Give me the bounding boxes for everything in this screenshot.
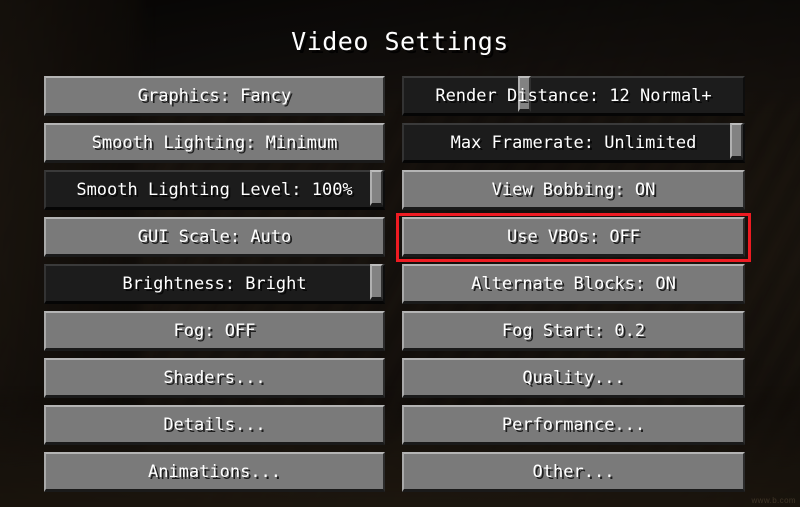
button-use-vbos[interactable]: Use VBOs: OFF — [402, 217, 745, 257]
option-label-shaders: Shaders... — [163, 367, 266, 388]
option-cell-use-vbos: Use VBOs: OFF — [402, 217, 745, 257]
option-cell-graphics: Graphics: Fancy — [44, 76, 385, 116]
option-label-smooth-lighting-level: Smooth Lighting Level: 100% — [76, 179, 353, 200]
button-graphics[interactable]: Graphics: Fancy — [44, 76, 385, 116]
button-other[interactable]: Other... — [402, 452, 745, 492]
option-cell-max-framerate: Max Framerate: Unlimited — [402, 123, 745, 163]
option-cell-details: Details... — [44, 405, 385, 445]
option-cell-shaders: Shaders... — [44, 358, 385, 398]
button-performance[interactable]: Performance... — [402, 405, 745, 445]
option-label-alternate-blocks: Alternate Blocks: ON — [471, 273, 676, 294]
option-cell-brightness: Brightness: Bright — [44, 264, 385, 304]
option-label-animations: Animations... — [147, 461, 282, 482]
button-quality[interactable]: Quality... — [402, 358, 745, 398]
option-label-render-distance: Render Distance: 12 Normal+ — [435, 85, 712, 106]
option-label-graphics: Graphics: Fancy — [137, 85, 292, 106]
option-cell-fog-start: Fog Start: 0.2 — [402, 311, 745, 351]
option-cell-alternate-blocks: Alternate Blocks: ON — [402, 264, 745, 304]
option-cell-smooth-lighting-level: Smooth Lighting Level: 100% — [44, 170, 385, 210]
option-label-gui-scale: GUI Scale: Auto — [137, 226, 292, 247]
slider-knob-render-distance[interactable] — [518, 76, 531, 112]
button-fog-start[interactable]: Fog Start: 0.2 — [402, 311, 745, 351]
button-gui-scale[interactable]: GUI Scale: Auto — [44, 217, 385, 257]
slider-knob-smooth-lighting-level[interactable] — [370, 170, 383, 206]
option-cell-smooth-lighting: Smooth Lighting: Minimum — [44, 123, 385, 163]
watermark: www.b.com — [751, 496, 796, 505]
button-fog[interactable]: Fog: OFF — [44, 311, 385, 351]
slider-knob-max-framerate[interactable] — [730, 123, 743, 159]
option-cell-gui-scale: GUI Scale: Auto — [44, 217, 385, 257]
option-label-fog-start: Fog Start: 0.2 — [501, 320, 646, 341]
option-cell-other: Other... — [402, 452, 745, 492]
option-label-use-vbos: Use VBOs: OFF — [506, 226, 641, 247]
option-label-other: Other... — [532, 461, 615, 482]
option-label-fog: Fog: OFF — [173, 320, 256, 341]
button-view-bobbing[interactable]: View Bobbing: ON — [402, 170, 745, 210]
option-label-smooth-lighting: Smooth Lighting: Minimum — [91, 132, 338, 153]
button-details[interactable]: Details... — [44, 405, 385, 445]
option-label-performance: Performance... — [501, 414, 646, 435]
option-cell-render-distance: Render Distance: 12 Normal+ — [402, 76, 745, 116]
slider-render-distance[interactable]: Render Distance: 12 Normal+ — [402, 76, 745, 116]
button-smooth-lighting[interactable]: Smooth Lighting: Minimum — [44, 123, 385, 163]
button-animations[interactable]: Animations... — [44, 452, 385, 492]
option-cell-animations: Animations... — [44, 452, 385, 492]
option-label-max-framerate: Max Framerate: Unlimited — [450, 132, 697, 153]
option-label-quality: Quality... — [522, 367, 625, 388]
option-label-brightness: Brightness: Bright — [122, 273, 307, 294]
video-settings-options-grid: Graphics: Fancy Smooth Lighting: Minimum S… — [0, 0, 800, 507]
option-label-view-bobbing: View Bobbing: ON — [491, 179, 656, 200]
button-shaders[interactable]: Shaders... — [44, 358, 385, 398]
slider-brightness[interactable]: Brightness: Bright — [44, 264, 385, 304]
option-cell-view-bobbing: View Bobbing: ON — [402, 170, 745, 210]
button-alternate-blocks[interactable]: Alternate Blocks: ON — [402, 264, 745, 304]
slider-smooth-lighting-level[interactable]: Smooth Lighting Level: 100% — [44, 170, 385, 210]
option-label-details: Details... — [163, 414, 266, 435]
option-cell-quality: Quality... — [402, 358, 745, 398]
option-cell-fog: Fog: OFF — [44, 311, 385, 351]
option-cell-performance: Performance... — [402, 405, 745, 445]
slider-max-framerate[interactable]: Max Framerate: Unlimited — [402, 123, 745, 163]
slider-knob-brightness[interactable] — [370, 264, 383, 300]
